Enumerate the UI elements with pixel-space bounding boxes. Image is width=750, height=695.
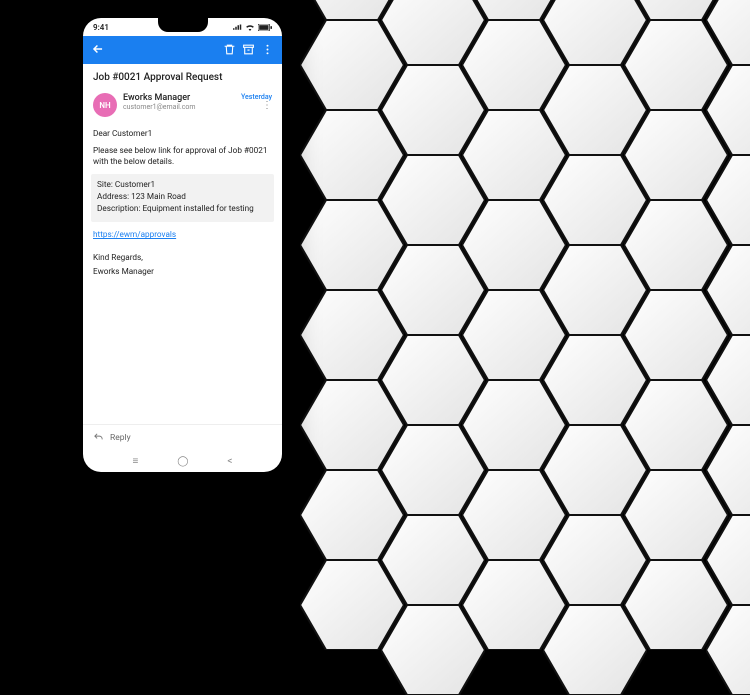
status-time: 9:41 — [93, 23, 109, 32]
more-icon[interactable] — [261, 41, 274, 60]
avatar: NH — [93, 93, 117, 117]
hexagon-background — [300, 0, 750, 570]
reply-icon — [93, 432, 104, 443]
site-label: Site: — [97, 180, 113, 190]
desc-label: Description: — [97, 204, 140, 214]
address-value: 123 Main Road — [131, 192, 186, 202]
signal-icon — [233, 24, 242, 31]
reply-row[interactable]: Reply — [83, 424, 282, 450]
phone-notch — [158, 18, 208, 32]
address-label: Address: — [97, 192, 129, 202]
signoff-name: Eworks Manager — [93, 267, 272, 278]
wifi-icon — [245, 24, 255, 31]
nav-back-icon[interactable]: < — [227, 456, 232, 467]
message-more-icon[interactable]: ⋮ — [241, 101, 272, 111]
email-subject: Job #0021 Approval Request — [83, 64, 282, 87]
details-box: Site: Customer1 Address: 123 Main Road D… — [91, 174, 274, 222]
intro-text: Please see below link for approval of Jo… — [93, 146, 272, 168]
android-nav-bar: ≡ ◯ < — [83, 450, 282, 472]
app-bar — [83, 36, 282, 64]
archive-icon[interactable] — [242, 41, 255, 60]
desc-value: Equipment installed for testing — [142, 204, 253, 214]
sender-name: Eworks Manager — [123, 93, 235, 103]
site-value: Customer1 — [115, 180, 155, 190]
greeting: Dear Customer1 — [93, 129, 272, 140]
phone-screen: 9:41 Job #0021 Approval Request — [83, 18, 282, 472]
nav-home-icon[interactable]: ◯ — [177, 456, 188, 467]
back-icon[interactable] — [91, 41, 105, 60]
phone-frame: 9:41 Job #0021 Approval Request — [75, 10, 290, 480]
approval-link[interactable]: https://ewm/approvals — [93, 230, 176, 241]
nav-recent-icon[interactable]: ≡ — [132, 456, 138, 467]
email-body: Dear Customer1 Please see below link for… — [83, 123, 282, 424]
status-icons — [233, 24, 272, 31]
battery-icon — [258, 24, 272, 31]
reply-label: Reply — [110, 433, 131, 443]
signoff-regards: Kind Regards, — [93, 253, 272, 264]
sender-row: NH Eworks Manager customer1@email.com Ye… — [83, 87, 282, 123]
delete-icon[interactable] — [223, 41, 236, 60]
sender-email: customer1@email.com — [123, 103, 235, 111]
